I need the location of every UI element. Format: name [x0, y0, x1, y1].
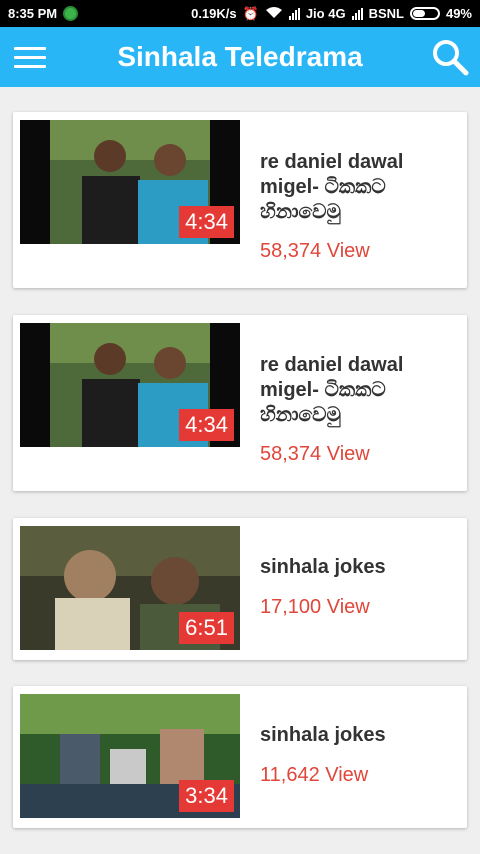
video-views: 58,374 View: [260, 240, 370, 262]
video-card[interactable]: 3:34 sinhala jokes 11,642 View: [13, 686, 467, 828]
carrier-bsnl: BSNL: [368, 6, 404, 21]
video-duration: 4:34: [179, 206, 234, 238]
video-title[interactable]: sinhala jokes: [260, 723, 449, 748]
status-time: 8:35 PM: [8, 6, 58, 21]
video-title[interactable]: sinhala jokes: [260, 555, 449, 580]
video-card[interactable]: 6:51 sinhala jokes 17,100 View: [13, 518, 467, 660]
video-card[interactable]: 4:34 re daniel dawal migel- ටිකකට හිනාවෙ…: [13, 315, 467, 491]
app-bar: Sinhala Teledrama: [0, 27, 480, 87]
video-views: 58,374 View: [260, 443, 370, 465]
video-views: 17,100 View: [260, 596, 370, 618]
video-duration: 4:34: [179, 409, 234, 441]
hamburger-menu-icon[interactable]: [0, 27, 60, 87]
network-speed: 0.19K/s: [191, 6, 237, 21]
search-icon[interactable]: [430, 37, 470, 77]
app-notification-icon: [63, 6, 79, 21]
video-title[interactable]: re daniel dawal migel- ටිකකට හිනාවෙමු: [260, 353, 449, 428]
battery-percent: 49%: [445, 6, 472, 21]
video-duration: 6:51: [179, 612, 234, 644]
video-views: 11,642 View: [260, 764, 369, 786]
video-card[interactable]: 4:34 re daniel dawal migel- ටිකකට හිනාවෙ…: [13, 112, 467, 288]
video-thumbnail[interactable]: 4:34: [20, 323, 240, 447]
battery-icon: [409, 7, 440, 20]
wifi-icon: [265, 6, 283, 22]
video-thumbnail[interactable]: 3:34: [20, 694, 240, 818]
signal-icon-2: [351, 7, 363, 20]
signal-icon: [288, 7, 300, 20]
video-thumbnail[interactable]: 6:51: [20, 526, 240, 650]
carrier-jio: Jio 4G: [305, 6, 346, 21]
status-bar: 8:35 PM 0.19K/s ⏰ Jio 4G BSNL 49%: [0, 0, 480, 27]
alarm-icon: ⏰: [242, 5, 259, 21]
video-thumbnail[interactable]: 4:34: [20, 120, 240, 244]
video-title[interactable]: re daniel dawal migel- ටිකකට හිනාවෙමු: [260, 150, 449, 225]
app-title: Sinhala Teledrama: [117, 41, 363, 72]
video-duration: 3:34: [179, 780, 234, 812]
